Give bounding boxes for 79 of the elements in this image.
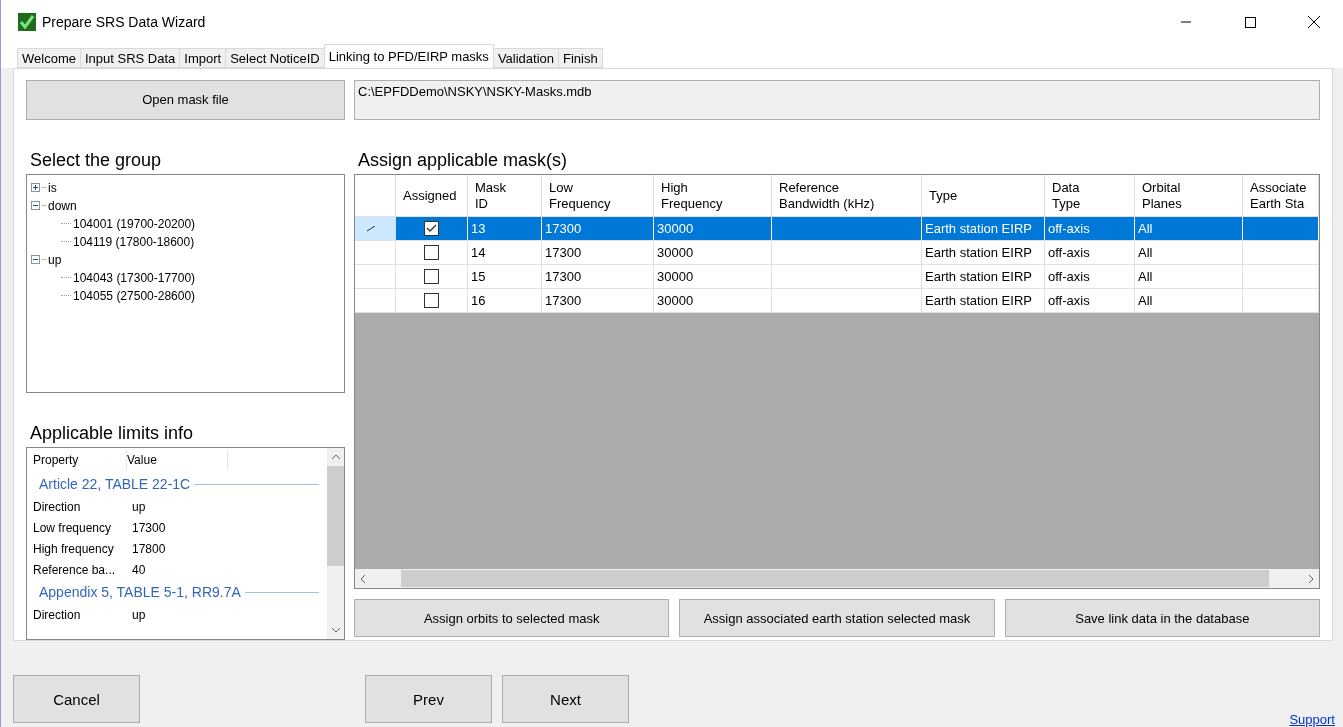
- table-cell: 17300: [542, 241, 654, 265]
- property-value: up: [132, 499, 147, 514]
- property-name: Reference ba...: [33, 562, 117, 577]
- scroll-left-icon[interactable]: [359, 573, 367, 584]
- prev-button[interactable]: Prev: [365, 675, 492, 723]
- table-cell: Earth station EIRP: [922, 289, 1045, 313]
- pencil-icon: [367, 225, 376, 232]
- cancel-button[interactable]: Cancel: [13, 675, 140, 723]
- tab[interactable]: Finish: [558, 48, 603, 68]
- group-title: Appendix 5, TABLE 5-1, RR9.7A: [39, 584, 241, 601]
- table-cell: off-axis: [1045, 289, 1135, 313]
- expand-icon[interactable]: [31, 183, 40, 193]
- property-value: up: [132, 607, 147, 622]
- open-mask-file-button[interactable]: Open mask file: [26, 80, 345, 120]
- collapse-icon[interactable]: [31, 201, 40, 211]
- vertical-scrollbar[interactable]: [327, 448, 344, 639]
- tree-node[interactable]: up: [48, 252, 62, 267]
- checkbox[interactable]: [424, 245, 439, 260]
- tab[interactable]: Welcome: [17, 48, 81, 68]
- action-button[interactable]: Assign associated earth station selected mask: [679, 599, 995, 637]
- table-cell: Earth station EIRP: [922, 241, 1045, 265]
- table-cell: All: [1135, 289, 1243, 313]
- tree-node[interactable]: 104001 (19700-20200): [73, 216, 196, 231]
- collapse-icon[interactable]: [31, 255, 40, 265]
- property-value: 17800: [132, 541, 167, 556]
- table-cell: 15: [468, 265, 542, 289]
- maximize-icon: [1244, 16, 1256, 28]
- window-title: Prepare SRS Data Wizard: [42, 14, 207, 30]
- section-heading: Assign applicable mask(s): [358, 150, 569, 171]
- next-button[interactable]: Next: [502, 675, 629, 723]
- tree-node[interactable]: 104119 (17800-18600): [73, 234, 195, 249]
- table-cell: Earth station EIRP: [922, 217, 1045, 241]
- property-value: 40: [132, 562, 147, 577]
- action-button[interactable]: Assign orbits to selected mask: [354, 599, 670, 637]
- table-cell: 30000: [654, 241, 772, 265]
- checkbox[interactable]: [424, 269, 439, 284]
- table-cell: off-axis: [1045, 265, 1135, 289]
- tree-node[interactable]: 104043 (17300-17700): [73, 270, 196, 285]
- column-header[interactable]: Property: [33, 450, 127, 471]
- group-title: Article 22, TABLE 22-1C: [39, 476, 191, 493]
- property-value: 17300: [132, 520, 167, 535]
- column-header[interactable]: Value: [127, 450, 228, 471]
- table-cell: 14: [468, 241, 542, 265]
- property-name: Direction: [33, 499, 82, 514]
- table-cell: 16: [468, 289, 542, 313]
- file-path-field[interactable]: C:\EPFDDemo\NSKY\NSKY-Masks.mdb: [354, 80, 1320, 120]
- table-cell: off-axis: [1045, 217, 1135, 241]
- table-cell: All: [1135, 217, 1243, 241]
- table-cell: off-axis: [1045, 241, 1135, 265]
- table-cell: All: [1135, 241, 1243, 265]
- close-icon: [1308, 16, 1320, 28]
- table-cell: 13: [468, 217, 542, 241]
- scroll-right-icon[interactable]: [1307, 573, 1315, 584]
- tab[interactable]: Select NoticeID: [225, 48, 325, 68]
- property-name: Direction: [33, 607, 82, 622]
- tree-node[interactable]: down: [48, 198, 77, 213]
- property-name: High frequency: [33, 541, 115, 556]
- table-cell: All: [1135, 265, 1243, 289]
- property-name: Low frequency: [33, 520, 113, 535]
- horizontal-scrollbar[interactable]: [355, 569, 1319, 588]
- checkbox[interactable]: [424, 293, 439, 308]
- section-heading: Applicable limits info: [30, 423, 195, 445]
- section-heading: Select the group: [30, 149, 163, 171]
- table-cell: 17300: [542, 265, 654, 289]
- table-cell: 30000: [654, 289, 772, 313]
- table-cell: Earth station EIRP: [922, 265, 1045, 289]
- checkmark-icon: [18, 13, 36, 31]
- table-cell: 30000: [654, 265, 772, 289]
- tree-node[interactable]: 104055 (27500-28600): [73, 288, 196, 303]
- checkbox[interactable]: [424, 221, 439, 236]
- tree-node[interactable]: is: [48, 180, 57, 195]
- tab[interactable]: Input SRS Data: [79, 48, 181, 68]
- tab[interactable]: Validation: [492, 48, 559, 68]
- table-cell: 17300: [542, 217, 654, 241]
- table-cell: 30000: [654, 217, 772, 241]
- support-link[interactable]: Support: [1289, 712, 1335, 727]
- action-button[interactable]: Save link data in the database: [1004, 599, 1320, 637]
- table-cell: 17300: [542, 289, 654, 313]
- tab[interactable]: Import: [179, 48, 227, 68]
